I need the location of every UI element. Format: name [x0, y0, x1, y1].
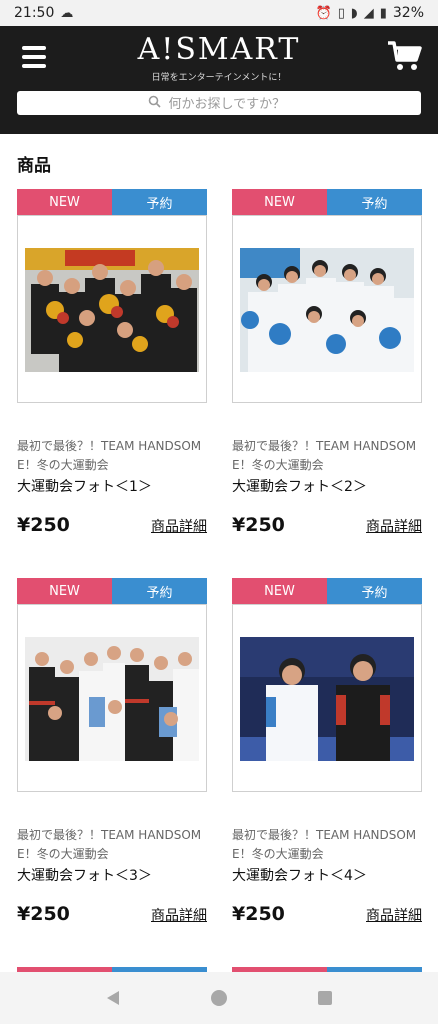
search-icon	[148, 95, 161, 112]
product-card[interactable]: NEW 予約 最初で最後？！TEAM HANDSOM E！冬の大運動会 大運動会…	[232, 189, 422, 536]
product-image-frame[interactable]	[232, 215, 422, 403]
product-subtitle: 最初で最後？！TEAM HANDSOM E！冬の大運動会	[232, 439, 417, 472]
product-detail-link[interactable]: 商品詳細	[366, 905, 422, 925]
page-title: 商品	[17, 156, 51, 176]
product-photo	[25, 248, 199, 372]
product-detail-link[interactable]: 商品詳細	[151, 905, 207, 925]
back-icon[interactable]	[101, 986, 125, 1010]
home-icon[interactable]	[207, 986, 231, 1010]
reserve-badge: 予約	[112, 578, 207, 604]
product-card[interactable]: NEW 予約 最初で最後？！TEAM HANDSOM E！冬の大運動会 大運動会…	[232, 578, 422, 925]
cart-icon[interactable]	[386, 40, 422, 72]
search-bar[interactable]	[17, 91, 421, 115]
alarm-icon: ⏰	[315, 5, 332, 21]
product-card[interactable]: NEW 予約 最初で最後？！TEAM HANDSOM E！冬の大運動会 大運動会…	[17, 578, 207, 925]
clock: 21:50	[14, 5, 55, 21]
product-name[interactable]: 大運動会フォト＜4＞	[232, 865, 422, 885]
product-name[interactable]: 大運動会フォト＜3＞	[17, 865, 207, 885]
site-header: A!SMART 日常をエンターテインメントに！	[0, 26, 438, 134]
product-price: ¥250	[232, 514, 285, 536]
product-card[interactable]: NEW 予約 最初で最後？！TEAM HANDSOM E！冬の大運動会 大運動会…	[17, 189, 207, 536]
new-badge: NEW	[17, 578, 112, 604]
system-nav-bar	[0, 972, 438, 1024]
product-name[interactable]: 大運動会フォト＜2＞	[232, 476, 422, 496]
site-logo[interactable]: A!SMART	[0, 32, 438, 67]
new-badge: NEW	[232, 189, 327, 215]
product-image-frame[interactable]	[17, 215, 207, 403]
product-photo	[240, 248, 414, 372]
product-subtitle: 最初で最後？！TEAM HANDSOM E！冬の大運動会	[17, 828, 202, 861]
site-tagline: 日常をエンターテインメントに！	[151, 73, 287, 83]
recents-icon[interactable]	[313, 986, 337, 1010]
product-price: ¥250	[17, 903, 70, 925]
status-bar: 21:50 ☁ ⏰ ▯ ◗ ◢ ▮ 32%	[0, 0, 438, 26]
vibrate-icon: ▯	[337, 5, 345, 21]
product-price: ¥250	[232, 903, 285, 925]
product-image-frame[interactable]	[17, 604, 207, 792]
product-subtitle: 最初で最後？！TEAM HANDSOM E！冬の大運動会	[17, 439, 202, 472]
product-photo	[240, 637, 414, 761]
search-input[interactable]	[166, 94, 291, 112]
product-detail-link[interactable]: 商品詳細	[366, 516, 422, 536]
wifi-icon: ◗	[350, 5, 358, 21]
reserve-badge: 予約	[112, 189, 207, 215]
new-badge: NEW	[17, 189, 112, 215]
product-price: ¥250	[17, 514, 70, 536]
product-name[interactable]: 大運動会フォト＜1＞	[17, 476, 207, 496]
battery-level: 32%	[392, 5, 424, 21]
product-subtitle: 最初で最後？！TEAM HANDSOM E！冬の大運動会	[232, 828, 417, 861]
product-photo	[25, 637, 199, 761]
product-image-frame[interactable]	[232, 604, 422, 792]
notification-icon: ☁	[60, 5, 74, 21]
battery-icon: ▮	[379, 5, 387, 21]
product-detail-link[interactable]: 商品詳細	[151, 516, 207, 536]
new-badge: NEW	[232, 578, 327, 604]
reserve-badge: 予約	[327, 189, 422, 215]
signal-icon: ◢	[363, 5, 374, 21]
reserve-badge: 予約	[327, 578, 422, 604]
